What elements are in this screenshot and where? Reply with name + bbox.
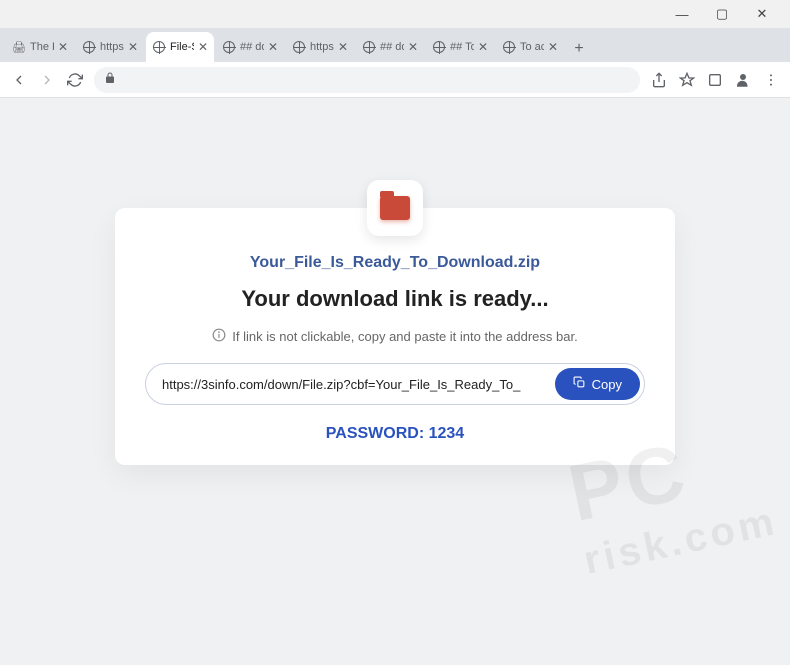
printer-icon: 🖨 [12,40,26,54]
new-tab-button[interactable]: + [566,36,592,62]
info-icon [212,328,226,345]
browser-tab[interactable]: ## do ✕ [216,32,284,62]
browser-tab[interactable]: 🖨 The P ✕ [6,32,74,62]
globe-icon [292,40,306,54]
ready-heading: Your download link is ready... [145,286,645,312]
menu-icon[interactable] [762,71,780,89]
copy-label: Copy [592,377,622,392]
download-url-field[interactable]: https://3sinfo.com/down/File.zip?cbf=You… [162,377,555,392]
link-row: https://3sinfo.com/down/File.zip?cbf=You… [145,363,645,405]
tab-label: https: [310,41,334,53]
copy-icon [573,376,586,392]
tab-label: ## do [380,41,404,53]
filename-label: Your_File_Is_Ready_To_Download.zip [145,254,645,272]
tab-label: https: [100,41,124,53]
browser-tab[interactable]: https: ✕ [286,32,354,62]
hint-text: If link is not clickable, copy and paste… [145,328,645,345]
browser-tab[interactable]: ## do ✕ [356,32,424,62]
back-button[interactable] [10,71,28,89]
close-icon[interactable]: ✕ [408,40,418,54]
globe-icon [152,40,166,54]
tab-label: File-Sl [170,41,194,53]
download-card: Your_File_Is_Ready_To_Download.zip Your … [115,208,675,465]
globe-icon [502,40,516,54]
close-icon[interactable]: ✕ [338,40,348,54]
globe-icon [432,40,446,54]
close-window-button[interactable]: ✕ [742,2,782,26]
tab-label: ## To [450,41,474,53]
browser-tab-active[interactable]: File-Sl ✕ [146,32,214,62]
close-icon[interactable]: ✕ [478,40,488,54]
tab-label: ## do [240,41,264,53]
close-icon[interactable]: ✕ [548,40,558,54]
close-icon[interactable]: ✕ [58,40,68,54]
browser-tab[interactable]: ## To ✕ [426,32,494,62]
globe-icon [362,40,376,54]
lock-icon [104,72,116,87]
profile-icon[interactable] [734,71,752,89]
hint-label: If link is not clickable, copy and paste… [232,329,577,344]
file-archive-icon [367,180,423,236]
browser-tab[interactable]: To ac ✕ [496,32,564,62]
browser-toolbar [0,62,790,98]
bookmark-icon[interactable] [678,71,696,89]
minimize-button[interactable]: — [662,2,702,26]
page-content: Your_File_Is_Ready_To_Download.zip Your … [0,98,790,665]
address-bar[interactable] [94,67,640,93]
window-titlebar: — ▢ ✕ [0,0,790,28]
maximize-button[interactable]: ▢ [702,2,742,26]
password-label: PASSWORD: 1234 [145,425,645,443]
globe-icon [222,40,236,54]
tab-label: The P [30,41,54,53]
reload-button[interactable] [66,71,84,89]
extensions-icon[interactable] [706,71,724,89]
close-icon[interactable]: ✕ [128,40,138,54]
copy-button[interactable]: Copy [555,368,640,400]
close-icon[interactable]: ✕ [198,40,208,54]
share-icon[interactable] [650,71,668,89]
browser-tab[interactable]: https: ✕ [76,32,144,62]
globe-icon [82,40,96,54]
tab-label: To ac [520,41,544,53]
close-icon[interactable]: ✕ [268,40,278,54]
browser-tabstrip: 🖨 The P ✕ https: ✕ File-Sl ✕ ## do ✕ htt… [0,28,790,62]
forward-button[interactable] [38,71,56,89]
